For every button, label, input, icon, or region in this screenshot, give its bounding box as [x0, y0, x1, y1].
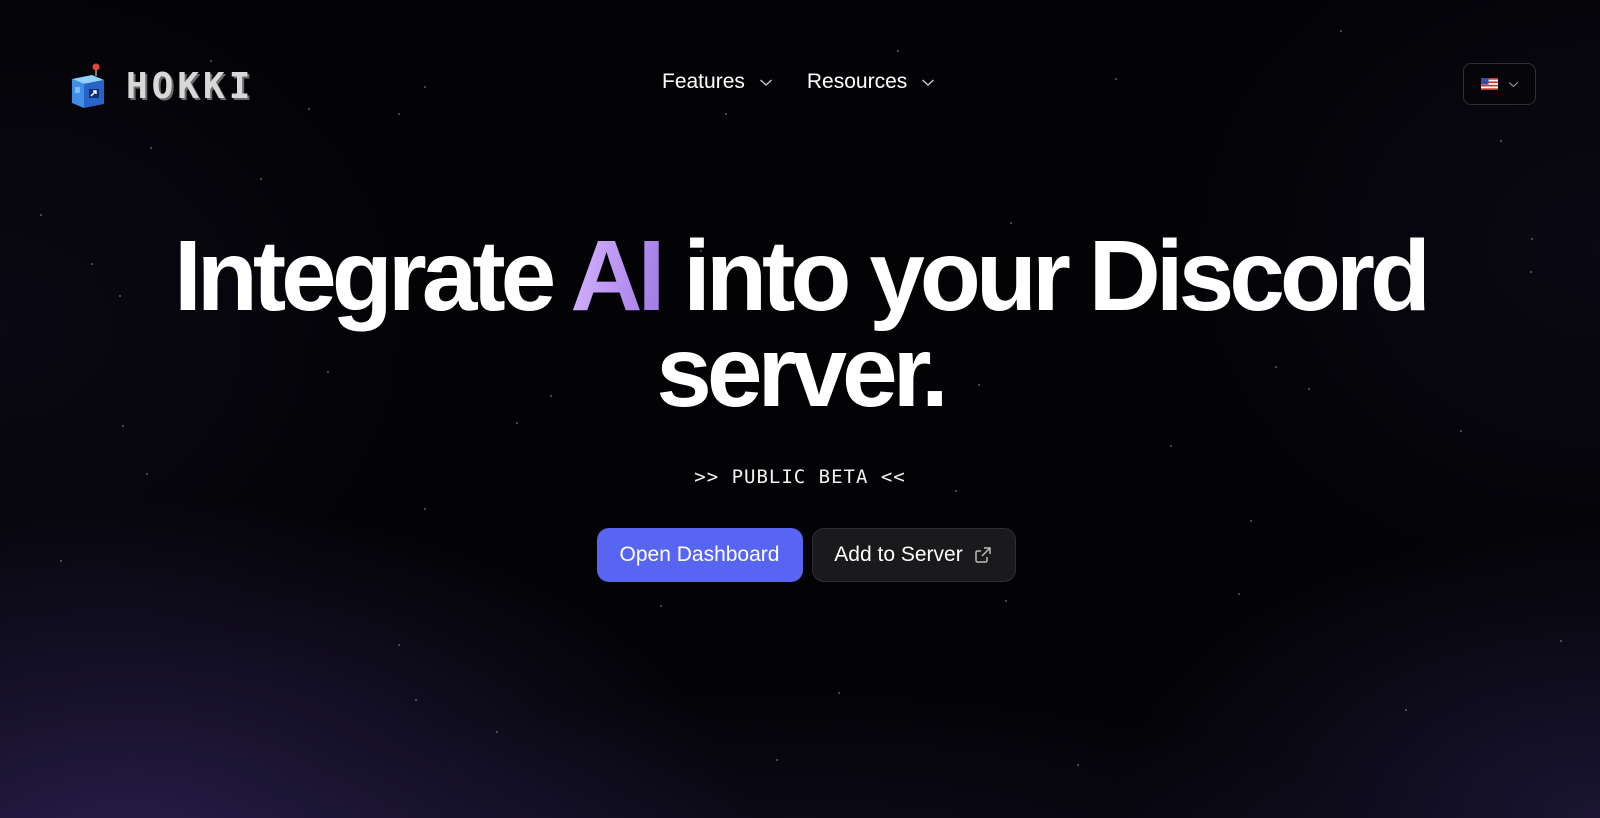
open-dashboard-button[interactable]: Open Dashboard: [596, 528, 803, 582]
add-to-server-label: Add to Server: [834, 543, 963, 566]
hero-section: Integrate AI into your Discord server. >…: [0, 226, 1600, 582]
nav-features[interactable]: Features: [662, 70, 773, 94]
hero-headline: Integrate AI into your Discord server.: [0, 226, 1600, 422]
site-header: HOKKI Features Resources: [0, 0, 1600, 170]
brand-name: HOKKI: [126, 65, 255, 107]
language-selector[interactable]: [1463, 63, 1536, 105]
nav-features-label: Features: [662, 70, 745, 93]
beta-tagline: >> PUBLIC BETA <<: [694, 466, 906, 488]
nav-resources-label: Resources: [806, 70, 908, 93]
chevron-down-icon: [1508, 81, 1518, 87]
chevron-down-icon: [922, 79, 935, 86]
headline-accent-ai: AI: [570, 220, 665, 332]
cta-group: Open Dashboard Add to Server: [0, 528, 1600, 582]
headline-text-start: Integrate: [173, 220, 571, 332]
main-nav: Features Resources: [662, 70, 935, 94]
external-link-icon: [974, 547, 991, 563]
nav-resources[interactable]: Resources: [807, 70, 935, 94]
us-flag-icon: [1480, 78, 1498, 90]
headline-line-two: server.: [656, 316, 949, 428]
chevron-down-icon: [759, 79, 772, 86]
robot-box-icon: [72, 63, 104, 108]
brand-logo-link[interactable]: HOKKI: [70, 62, 254, 110]
add-to-server-button[interactable]: Add to Server: [811, 528, 1016, 582]
